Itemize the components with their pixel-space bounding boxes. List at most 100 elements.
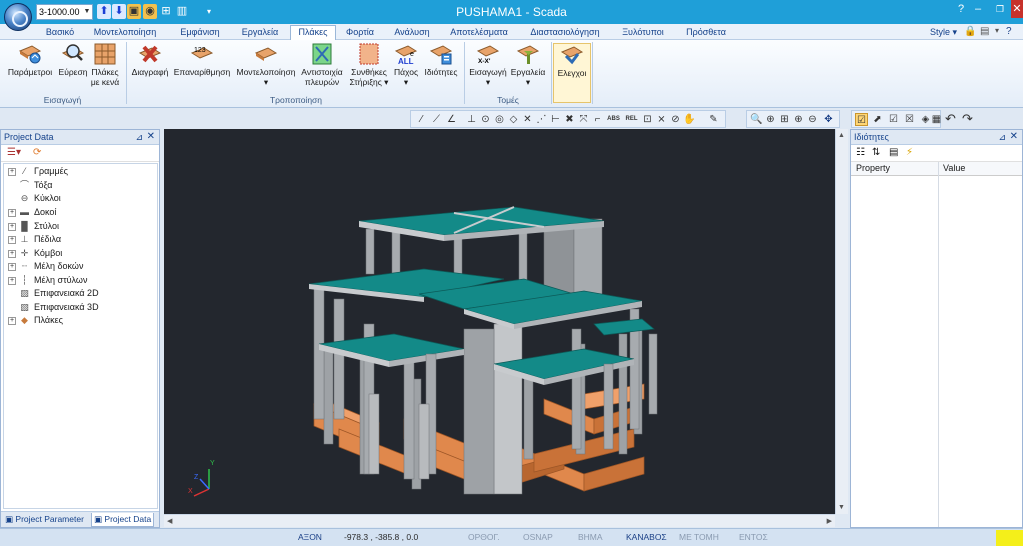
zoom-extents-icon[interactable]: ⊞	[778, 113, 791, 126]
tree-item[interactable]: ⊖ Κύκλοι	[8, 192, 61, 205]
frame-snap-icon[interactable]: ⊡	[641, 113, 654, 126]
tree-item[interactable]: + ◆ Πλάκες	[8, 314, 63, 327]
toggle-inside[interactable]: ΕΝΤΟΣ	[739, 532, 768, 542]
tab-project-data[interactable]: ▣ Project Data	[91, 513, 155, 527]
expand-icon[interactable]: +	[8, 223, 16, 231]
tangent-snap-icon[interactable]: ◎	[493, 113, 506, 126]
chevron-down-icon[interactable]: ▾	[995, 26, 999, 35]
tab-fortia[interactable]: Φορτία	[343, 26, 377, 40]
midpoint-snap-icon[interactable]: ⤧	[577, 113, 590, 126]
toggle-step[interactable]: ΒΗΜΑ	[578, 532, 603, 542]
app-menu-button[interactable]	[4, 3, 32, 31]
select-filter-icon[interactable]: ☒	[903, 113, 916, 126]
tab-ergaleia[interactable]: Εργαλεία	[238, 26, 282, 40]
zoom-out-icon[interactable]: ⊖	[806, 113, 819, 126]
categorized-icon[interactable]: ☷	[856, 147, 865, 158]
search-button[interactable]: Εύρεση	[56, 43, 90, 77]
tab-plakes[interactable]: Πλάκες	[290, 25, 336, 41]
quadrant-snap-icon[interactable]: ◇	[507, 113, 520, 126]
tab-diastasiologisi[interactable]: Διαστασιολόγηση	[528, 26, 602, 40]
angle-tool-icon[interactable]: ∠	[445, 113, 458, 126]
tab-emfanisi[interactable]: Εμφάνιση	[176, 26, 224, 40]
help-icon[interactable]: ?	[1006, 26, 1012, 37]
expand-icon[interactable]: +	[8, 277, 16, 285]
tab-xylotypoi[interactable]: Ξυλότυποι	[620, 26, 666, 40]
vertical-scrollbar[interactable]: ▲ ▼	[835, 129, 848, 514]
cancel-snap-icon[interactable]: ⊘	[669, 113, 682, 126]
endpoint-snap-icon[interactable]: ⊢	[549, 113, 562, 126]
tab-montelopoiisi[interactable]: Μοντελοποίηση	[93, 26, 157, 40]
toggle-grid[interactable]: ΚΑΝΑΒΟΣ	[626, 532, 667, 542]
sections-tools-button[interactable]: Εργαλεία ▾	[508, 43, 548, 87]
abs-coord-icon[interactable]: ABS	[607, 113, 620, 126]
close-icon[interactable]: ✕	[1010, 130, 1018, 144]
rel-coord-icon[interactable]: REL	[625, 113, 638, 126]
tree-item[interactable]: + ⁄ Γραμμές	[8, 165, 68, 178]
select-window-icon[interactable]: ⬈	[871, 113, 884, 126]
tree-item[interactable]: + ✛ Κόμβοι	[8, 247, 62, 260]
events-icon[interactable]: ⚡	[906, 147, 913, 158]
tree-item[interactable]: + ⊥ Πέδιλα	[8, 233, 61, 246]
cross-snap-icon[interactable]: ✖	[563, 113, 576, 126]
tree-item[interactable]: ▨ Επιφανειακά 2D	[8, 287, 98, 300]
redo-icon[interactable]: ↷	[961, 112, 974, 125]
flag-icon[interactable]: ▤	[980, 26, 989, 37]
slabs-with-holes-button[interactable]: Πλάκες με κενά	[90, 43, 120, 87]
close-icon[interactable]: ✕	[147, 130, 155, 144]
toggle-with-section[interactable]: ΜΕ ΤΟΜΗ	[679, 532, 719, 542]
polyline-tool-icon[interactable]: ⟋	[430, 113, 443, 126]
lock-icon[interactable]: 🔒	[964, 26, 976, 37]
expand-icon[interactable]: +	[8, 209, 16, 217]
sections-insert-button[interactable]: X-X' Εισαγωγή ▾	[468, 43, 508, 87]
tab-basiko[interactable]: Βασικό	[44, 26, 76, 40]
nearest-snap-icon[interactable]: ⋰	[535, 113, 548, 126]
renumber-button[interactable]: 123 Επαναρίθμηση	[172, 43, 232, 77]
zoom-all-icon[interactable]: ⊕	[792, 113, 805, 126]
pin-icon[interactable]: ⊿	[135, 130, 143, 144]
hand-icon[interactable]: ✋	[683, 113, 696, 126]
select-crossing-icon[interactable]: ☑	[887, 113, 900, 126]
undo-icon[interactable]: ↶	[944, 112, 957, 125]
scroll-up-icon[interactable]: ▲	[838, 132, 845, 139]
scroll-right-icon[interactable]: ▶	[827, 517, 832, 525]
scroll-left-icon[interactable]: ◀	[167, 517, 172, 525]
expand-icon[interactable]: +	[8, 236, 16, 244]
close-icon[interactable]: ✕	[1011, 0, 1023, 18]
sort-alpha-icon[interactable]: ⇅	[872, 147, 880, 158]
support-conditions-button[interactable]: Συνθήκες Στήριξης ▾	[346, 43, 392, 87]
tab-prostheta[interactable]: Πρόσθετα	[684, 26, 728, 40]
node-snap-icon[interactable]: ⨯	[655, 113, 668, 126]
horizontal-scrollbar[interactable]: ◀ ▶	[164, 514, 835, 527]
modeling-button[interactable]: Μοντελοποίηση ▾	[235, 43, 297, 87]
zoom-previous-icon[interactable]: ✥	[822, 113, 835, 126]
scroll-down-icon[interactable]: ▼	[838, 504, 845, 511]
delete-button[interactable]: Διαγραφή	[130, 43, 170, 77]
checks-button[interactable]: Ελεγχοι	[553, 43, 591, 103]
table-icon[interactable]: ▦	[930, 113, 943, 126]
pin-icon[interactable]: ⊿	[998, 130, 1006, 144]
expand-icon[interactable]: +	[8, 263, 16, 271]
parameters-button[interactable]: Παράμετροι	[5, 43, 55, 77]
tab-analysi[interactable]: Ανάλυση	[392, 26, 432, 40]
corner-snap-icon[interactable]: ⌐	[591, 113, 604, 126]
center-snap-icon[interactable]: ⊙	[479, 113, 492, 126]
restore-icon[interactable]: ❐	[989, 0, 1011, 18]
minimize-icon[interactable]: –	[967, 0, 989, 18]
pen-icon[interactable]: ✎	[707, 113, 720, 126]
thickness-button[interactable]: ALL e Πάχος ▾	[392, 43, 420, 87]
tree-item[interactable]: + ▬ Δοκοί	[8, 206, 56, 219]
tree-item[interactable]: ▧ Επιφανειακά 3D	[8, 301, 98, 314]
properties-button[interactable]: Ιδιότητες	[421, 43, 461, 77]
model-viewport[interactable]: Y X Z	[164, 129, 835, 514]
style-menu[interactable]: Style ▾	[930, 27, 957, 38]
toggle-osnap[interactable]: OSNAP	[523, 532, 553, 542]
intersection-snap-icon[interactable]: ✕	[521, 113, 534, 126]
tree-item[interactable]: + ┈ Μέλη δοκών	[8, 260, 83, 273]
expand-icon[interactable]: +	[8, 317, 16, 325]
refresh-icon[interactable]: ⟳	[33, 147, 41, 158]
toggle-ortho[interactable]: ΟΡΘΟΓ.	[468, 532, 500, 542]
zoom-window-icon[interactable]: 🔍	[750, 113, 763, 126]
tree-item[interactable]: + █ Στύλοι	[8, 220, 59, 233]
expand-icon[interactable]: +	[8, 250, 16, 258]
tree-view-icon[interactable]: ☰▾	[7, 147, 21, 158]
